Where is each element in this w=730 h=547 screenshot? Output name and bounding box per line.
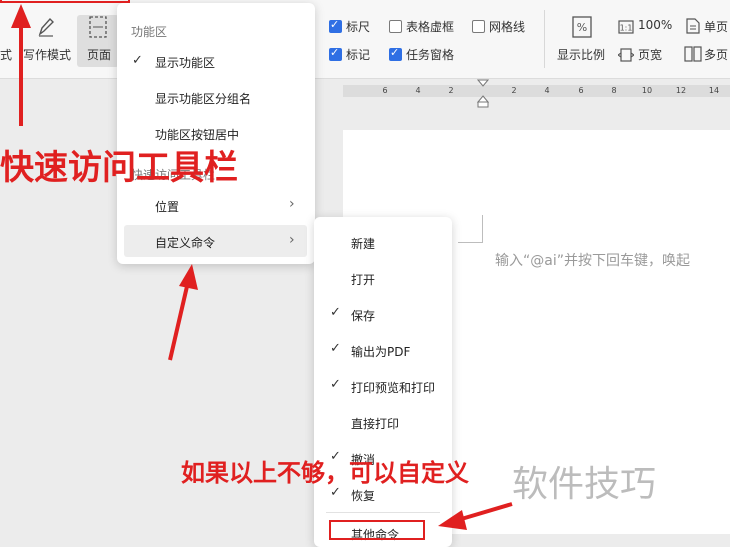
quick-access-caption: 快速访问工具栏 bbox=[0, 148, 238, 188]
arrow-icon bbox=[457, 502, 513, 522]
arrow-icon bbox=[11, 4, 31, 28]
arrow-icon bbox=[168, 281, 190, 361]
watermark: 软件技巧 bbox=[512, 464, 657, 505]
arrow-icon bbox=[179, 264, 198, 290]
arrow-icon bbox=[438, 510, 467, 530]
customize-caption: 如果以上不够，可以自定义 bbox=[181, 459, 469, 487]
